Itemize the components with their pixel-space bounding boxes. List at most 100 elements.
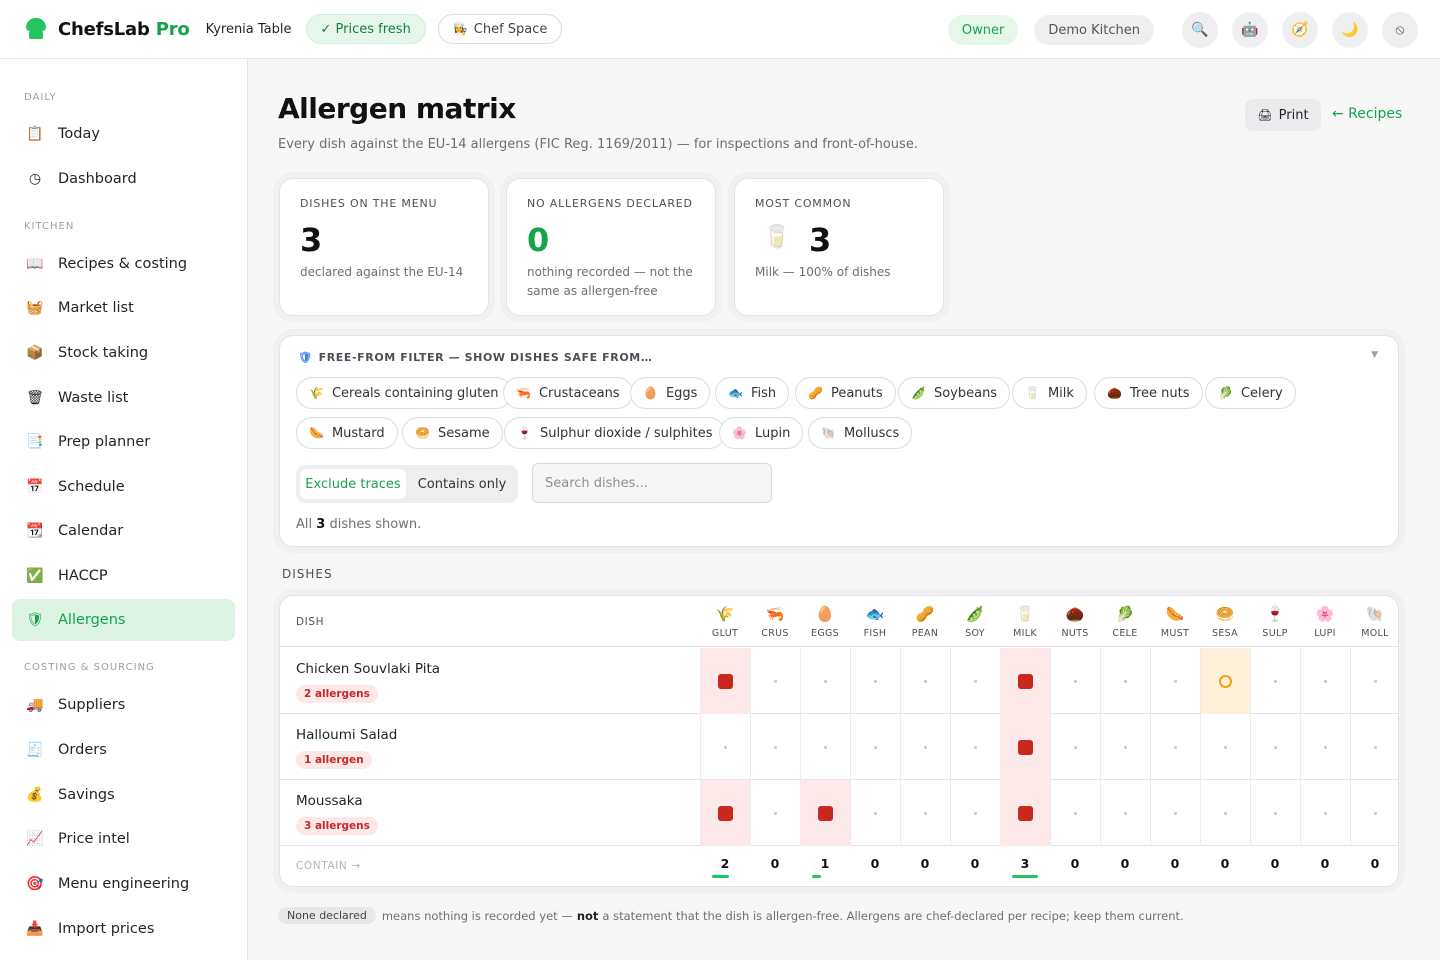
sidebar-item-import-prices[interactable]: 📥 Import prices [12,908,235,950]
matrix-cell[interactable] [1050,648,1100,714]
robot-icon[interactable]: 🤖 [1232,12,1268,48]
chip-eggs[interactable]: 🥚 Eggs [630,377,711,409]
chip-lupin[interactable]: 🌸 Lupin [719,417,804,449]
matrix-cell[interactable] [1350,648,1398,714]
sidebar-item-stock-taking[interactable]: 📦 Stock taking [12,332,235,374]
sidebar-item-schedule[interactable]: 📅 Schedule [12,466,235,508]
matrix-cell[interactable] [1050,780,1100,846]
print-button[interactable]: 🖨 Print [1245,99,1321,131]
power-icon[interactable]: ⦸ [1382,12,1418,48]
sidebar-item-menu-engineering[interactable]: 🎯 Menu engineering [12,863,235,905]
chip-crustaceans[interactable]: 🦐 Crustaceans [503,377,633,409]
chevron-down-icon[interactable]: ▼ [1371,350,1378,360]
sidebar-item-haccp[interactable]: ✅ HACCP [12,555,235,597]
sidebar-item-waste-list[interactable]: 🗑 Waste list [12,377,235,419]
chip-mustard[interactable]: 🌭 Mustard [296,417,398,449]
matrix-cell[interactable] [850,648,900,714]
prices-status-badge[interactable]: ✓ Prices fresh [305,14,426,44]
chip-peanuts[interactable]: 🥜 Peanuts [795,377,896,409]
moon-icon[interactable]: 🌙 [1332,12,1368,48]
dish-name[interactable]: Chicken Souvlaki Pita [296,661,440,677]
matrix-cell[interactable] [1150,714,1200,780]
matrix-cell[interactable] [1350,714,1398,780]
dish-name[interactable]: Halloumi Salad [296,727,397,743]
stat-value: 3 [809,221,832,259]
matrix-cell[interactable] [850,780,900,846]
sidebar-item-price-intel[interactable]: 📈 Price intel [12,818,235,860]
sidebar-item-allergens[interactable]: 🛡 Allergens [12,599,235,641]
chef-space-button[interactable]: 👩‍🍳 Chef Space [437,14,563,44]
matrix-cell[interactable] [1000,714,1050,780]
contains-only-option[interactable]: Contains only [410,469,514,499]
matrix-cell[interactable] [700,714,750,780]
matrix-cell[interactable] [950,648,1000,714]
matrix-cell[interactable] [900,648,950,714]
chip-gluten[interactable]: 🌾 Cereals containing gluten [296,377,512,409]
matrix-cell[interactable] [1300,648,1350,714]
matrix-cell[interactable] [750,714,800,780]
matrix-cell[interactable] [1200,780,1250,846]
matrix-cell[interactable] [1000,648,1050,714]
matrix-cell[interactable] [1150,648,1200,714]
dish-name[interactable]: Moussaka [296,793,363,809]
matrix-cell[interactable] [1100,714,1150,780]
sidebar-item-calendar[interactable]: 📆 Calendar [12,510,235,552]
none-marker [874,811,877,815]
matrix-cell[interactable] [700,648,750,714]
matrix-cell[interactable] [700,780,750,846]
sidebar-item-orders[interactable]: 🧾 Orders [12,729,235,771]
stat-card-no-allergens: No allergens declared 0 nothing recorded… [506,178,716,316]
matrix-cell[interactable] [1150,780,1200,846]
matrix-cell[interactable] [1300,780,1350,846]
chip-tree-nuts[interactable]: 🌰 Tree nuts [1094,377,1203,409]
matrix-cell[interactable] [950,714,1000,780]
sidebar-item-prep-planner[interactable]: 📑 Prep planner [12,421,235,463]
chip-celery[interactable]: 🥬 Celery [1205,377,1296,409]
chip-sulphites[interactable]: 🍷 Sulphur dioxide / sulphites [504,417,726,449]
matrix-cell[interactable] [1100,780,1150,846]
sidebar-item-dashboard[interactable]: ◷ Dashboard [12,158,235,200]
matrix-cell[interactable] [800,648,850,714]
workspace-button[interactable]: Demo Kitchen [1034,15,1154,45]
matrix-cell[interactable] [850,714,900,780]
search-dishes-input[interactable] [532,463,772,503]
venue-name[interactable]: Kyrenia Table [206,22,292,37]
chip-sesame[interactable]: 🥯 Sesame [402,417,503,449]
back-to-recipes-link[interactable]: ← Recipes [1332,106,1402,122]
sidebar-item-savings[interactable]: 💰 Savings [12,774,235,816]
matrix-cell[interactable] [900,780,950,846]
matrix-cell[interactable] [1000,780,1050,846]
table-row[interactable]: Moussaka 3 allergens [280,780,1398,846]
matrix-cell[interactable] [1250,714,1300,780]
matrix-cell[interactable] [1250,648,1300,714]
matrix-cell[interactable] [1050,714,1100,780]
matrix-cell[interactable] [900,714,950,780]
chip-milk[interactable]: 🥛 Milk [1012,377,1087,409]
matrix-cell[interactable] [800,714,850,780]
wine-icon: 🍷 [1265,605,1285,623]
sidebar-item-suppliers[interactable]: 🚚 Suppliers [12,684,235,726]
matrix-cell[interactable] [1250,780,1300,846]
matrix-cell[interactable] [950,780,1000,846]
matrix-cell[interactable] [1300,714,1350,780]
sidebar-item-recipes[interactable]: 📖 Recipes & costing [12,243,235,285]
matrix-cell[interactable] [800,780,850,846]
brand[interactable]: ChefsLab Pro [24,17,190,41]
chip-fish[interactable]: 🐟 Fish [715,377,790,409]
matrix-cell[interactable] [1350,780,1398,846]
compass-icon[interactable]: 🧭 [1282,12,1318,48]
matrix-cell[interactable] [750,648,800,714]
matrix-cell[interactable] [1100,648,1150,714]
search-icon[interactable]: 🔍 [1182,12,1218,48]
chip-soybeans[interactable]: 🫛 Soybeans [898,377,1011,409]
sidebar-item-today[interactable]: 📋 Today [12,113,235,155]
chip-molluscs[interactable]: 🐚 Molluscs [808,417,913,449]
matrix-cell[interactable] [1200,714,1250,780]
role-badge[interactable]: Owner [947,15,1019,45]
exclude-traces-option[interactable]: Exclude traces [300,469,406,499]
table-row[interactable]: Halloumi Salad 1 allergen [280,714,1398,780]
table-row[interactable]: Chicken Souvlaki Pita 2 allergens [280,648,1398,714]
sidebar-item-market-list[interactable]: 🧺 Market list [12,287,235,329]
matrix-cell[interactable] [750,780,800,846]
matrix-cell[interactable] [1200,648,1250,714]
